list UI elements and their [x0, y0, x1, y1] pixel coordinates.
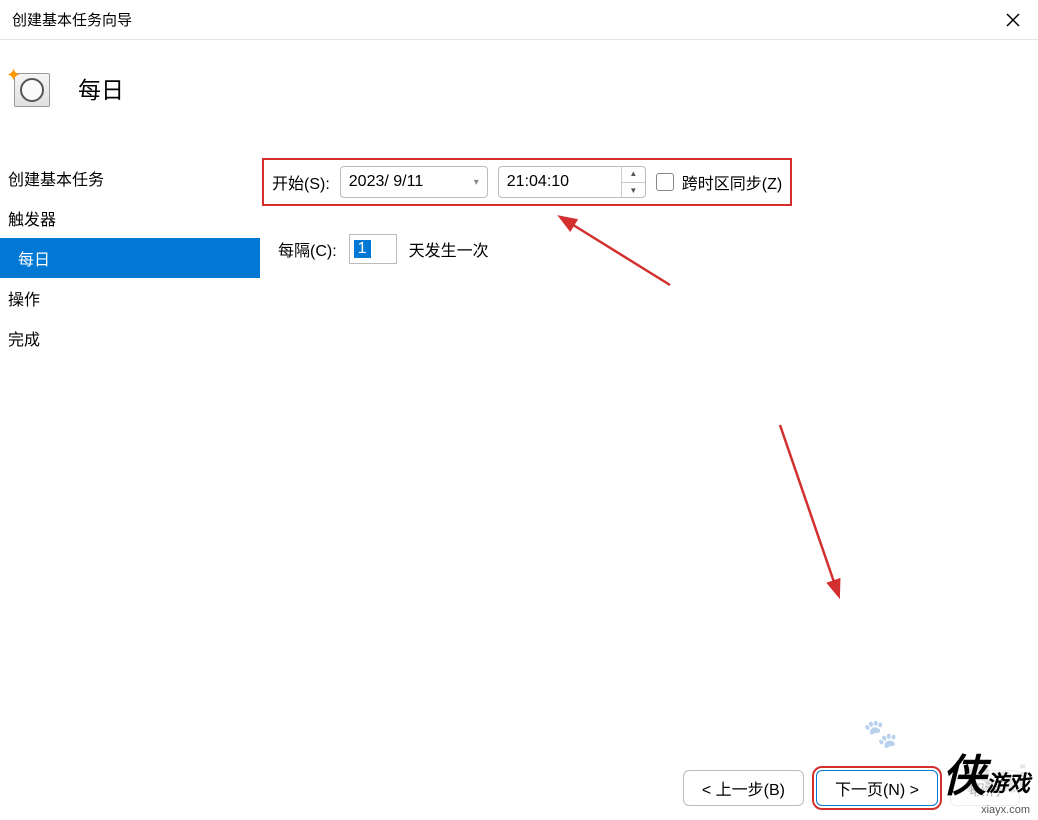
sync-label: 跨时区同步(Z) [682, 170, 782, 194]
wizard-sidebar: 创建基本任务 触发器 每日 操作 完成 [0, 135, 260, 755]
time-picker[interactable]: 21:04:10 ▲ ▼ [498, 166, 646, 198]
sync-checkbox[interactable] [656, 173, 674, 191]
recur-suffix: 天发生一次 [409, 237, 489, 261]
spinner-up[interactable]: ▲ [622, 166, 645, 183]
close-icon [1006, 13, 1020, 27]
cancel-button[interactable]: 取消 [950, 770, 1020, 806]
wizard-header: ✦ 每日 [0, 40, 1038, 135]
next-button[interactable]: 下一页(N) > [816, 770, 938, 806]
date-picker[interactable]: 2023/ 9/11 ▾ [340, 166, 488, 198]
arrow-annotation-2 [760, 415, 860, 599]
start-row-highlight: 开始(S): 2023/ 9/11 ▾ 21:04:10 ▲ ▼ 跨时区同步(Z… [262, 158, 792, 206]
spinner-down[interactable]: ▼ [622, 183, 645, 199]
sidebar-item-daily[interactable]: 每日 [0, 238, 260, 278]
titlebar: 创建基本任务向导 [0, 0, 1038, 40]
recur-label: 每隔(C): [278, 237, 337, 261]
sidebar-item-create-task[interactable]: 创建基本任务 [0, 158, 260, 198]
content-panel: 开始(S): 2023/ 9/11 ▾ 21:04:10 ▲ ▼ 跨时区同步(Z… [260, 135, 1038, 755]
recur-days-input[interactable]: 1 [349, 234, 397, 264]
button-bar: < 上一步(B) 下一页(N) > 取消 [683, 770, 1020, 806]
page-title: 每日 [78, 71, 124, 105]
sync-checkbox-group: 跨时区同步(Z) [656, 170, 782, 194]
window-title: 创建基本任务向导 [10, 9, 132, 30]
start-label: 开始(S): [272, 170, 330, 194]
watermark-paw-icon: 🐾 [863, 717, 898, 750]
sidebar-item-finish[interactable]: 完成 [0, 318, 260, 358]
chevron-down-icon: ▾ [474, 177, 479, 188]
sidebar-item-trigger[interactable]: 触发器 [0, 198, 260, 238]
back-button[interactable]: < 上一步(B) [683, 770, 804, 806]
time-value: 21:04:10 [499, 173, 621, 191]
recur-row: 每隔(C): 1 天发生一次 [278, 234, 1038, 264]
wizard-icon: ✦ [8, 69, 50, 107]
sidebar-item-action[interactable]: 操作 [0, 278, 260, 318]
date-value: 2023/ 9/11 [349, 173, 423, 191]
main-area: 创建基本任务 触发器 每日 操作 完成 开始(S): 2023/ 9/11 ▾ … [0, 135, 1038, 755]
recur-value: 1 [354, 240, 371, 258]
time-spinner: ▲ ▼ [621, 166, 645, 198]
close-button[interactable] [998, 5, 1028, 35]
